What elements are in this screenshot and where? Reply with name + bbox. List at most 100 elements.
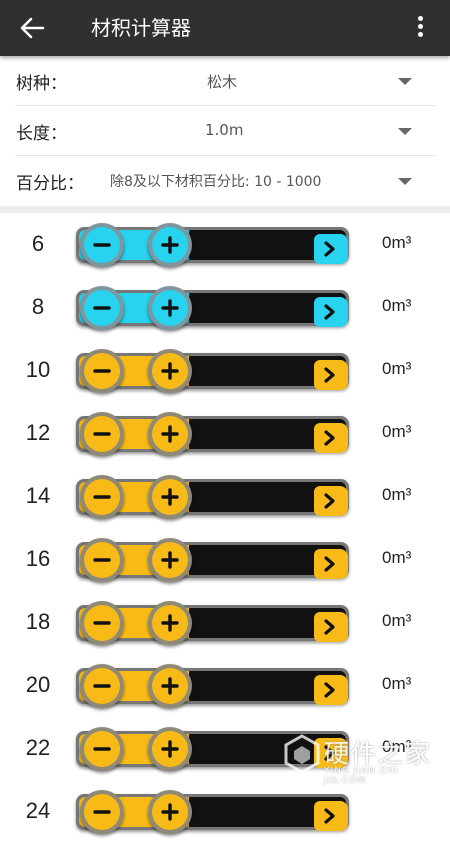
quantity-slider[interactable] xyxy=(76,790,351,834)
decrement-button[interactable] xyxy=(80,601,124,645)
decrement-button[interactable] xyxy=(80,790,124,834)
chevron-right-icon xyxy=(324,682,335,698)
increment-button[interactable] xyxy=(148,412,192,456)
chevron-down-icon[interactable] xyxy=(398,78,412,85)
decrement-button-face xyxy=(84,794,120,830)
next-button[interactable] xyxy=(314,675,348,705)
back-button[interactable] xyxy=(16,12,48,44)
increment-button[interactable] xyxy=(148,538,192,582)
next-button[interactable] xyxy=(314,297,348,327)
decrement-button-face xyxy=(84,290,120,326)
volume-value: 0m³ xyxy=(382,611,412,630)
plus-icon xyxy=(161,677,179,695)
diameter-label: 12 xyxy=(25,420,51,445)
chevron-right-icon xyxy=(324,808,335,824)
chevron-right-icon xyxy=(324,430,335,446)
next-button[interactable] xyxy=(314,423,348,453)
quantity-slider[interactable] xyxy=(76,349,351,393)
diameter-label: 24 xyxy=(25,798,51,823)
next-button[interactable] xyxy=(314,801,348,831)
increment-button[interactable] xyxy=(148,223,192,267)
section-divider xyxy=(0,206,450,213)
decrement-button-face xyxy=(84,731,120,767)
minus-icon xyxy=(93,495,111,499)
minus-icon xyxy=(93,747,111,751)
volume-value: 0m³ xyxy=(382,296,412,315)
quantity-slider[interactable] xyxy=(76,223,351,267)
increment-button-face xyxy=(152,227,188,263)
volume-value: 0m³ xyxy=(382,674,412,693)
decrement-button[interactable] xyxy=(80,475,124,519)
decrement-button[interactable] xyxy=(80,664,124,708)
increment-button-face xyxy=(152,290,188,326)
increment-button[interactable] xyxy=(148,286,192,330)
minus-icon xyxy=(93,810,111,814)
species-value: 松木 xyxy=(207,73,238,91)
plus-icon xyxy=(161,614,179,632)
plus-icon xyxy=(161,236,179,254)
increment-button[interactable] xyxy=(148,601,192,645)
quantity-slider[interactable] xyxy=(76,601,351,645)
next-button[interactable] xyxy=(314,612,348,642)
diameter-label: 20 xyxy=(25,672,51,697)
chevron-right-icon xyxy=(324,556,335,572)
watermark: 硬件之家 YING JIAN ZHI JIA.COM xyxy=(284,728,444,792)
chevron-right-icon xyxy=(324,493,335,509)
volume-value: 0m³ xyxy=(382,359,412,378)
chevron-down-icon[interactable] xyxy=(398,128,412,135)
plus-icon xyxy=(161,425,179,443)
quantity-slider[interactable] xyxy=(76,412,351,456)
diameter-label: 14 xyxy=(25,483,51,508)
minus-icon xyxy=(93,243,111,247)
species-selector[interactable]: 树种： 松木 xyxy=(0,56,450,106)
arrow-left-icon xyxy=(20,17,45,39)
minus-icon xyxy=(93,306,111,310)
diameter-row: 8 0m³ xyxy=(0,276,450,339)
increment-button-face xyxy=(152,353,188,389)
next-button[interactable] xyxy=(314,549,348,579)
quantity-slider[interactable] xyxy=(76,664,351,708)
volume-value: 0m³ xyxy=(382,548,412,567)
increment-button[interactable] xyxy=(148,790,192,834)
decrement-button[interactable] xyxy=(80,349,124,393)
plus-icon xyxy=(161,488,179,506)
minus-icon xyxy=(93,684,111,688)
chevron-right-icon xyxy=(324,619,335,635)
diameter-row: 20 0m³ xyxy=(0,654,450,717)
next-button[interactable] xyxy=(314,486,348,516)
decrement-button-face xyxy=(84,416,120,452)
diameter-row: 16 0m³ xyxy=(0,528,450,591)
increment-button[interactable] xyxy=(148,727,192,771)
next-button[interactable] xyxy=(314,234,348,264)
decrement-button[interactable] xyxy=(80,412,124,456)
increment-button[interactable] xyxy=(148,475,192,519)
increment-button[interactable] xyxy=(148,664,192,708)
more-vert-icon[interactable] xyxy=(416,14,424,42)
decrement-button[interactable] xyxy=(80,286,124,330)
decrement-button[interactable] xyxy=(80,223,124,267)
percent-selector[interactable]: 百分比： 除8及以下材积百分比: 10 - 1000 xyxy=(0,156,450,206)
increment-button[interactable] xyxy=(148,349,192,393)
next-button[interactable] xyxy=(314,360,348,390)
diameter-row: 14 0m³ xyxy=(0,465,450,528)
quantity-slider[interactable] xyxy=(76,286,351,330)
diameter-label: 18 xyxy=(25,609,51,634)
chevron-right-icon xyxy=(324,304,335,320)
quantity-slider[interactable] xyxy=(76,475,351,519)
chevron-right-icon xyxy=(324,241,335,257)
chevron-down-icon[interactable] xyxy=(398,178,412,185)
quantity-slider[interactable] xyxy=(76,538,351,582)
length-selector[interactable]: 长度： 1.0m xyxy=(0,106,450,156)
decrement-button[interactable] xyxy=(80,727,124,771)
percent-label: 百分比： xyxy=(16,174,84,194)
diameter-row: 10 0m³ xyxy=(0,339,450,402)
increment-button-face xyxy=(152,731,188,767)
minus-icon xyxy=(93,558,111,562)
plus-icon xyxy=(161,803,179,821)
chevron-right-icon xyxy=(324,367,335,383)
page-title: 材积计算器 xyxy=(91,16,191,40)
volume-value: 0m³ xyxy=(382,422,412,441)
decrement-button[interactable] xyxy=(80,538,124,582)
minus-icon xyxy=(93,432,111,436)
diameter-label: 6 xyxy=(31,231,45,256)
